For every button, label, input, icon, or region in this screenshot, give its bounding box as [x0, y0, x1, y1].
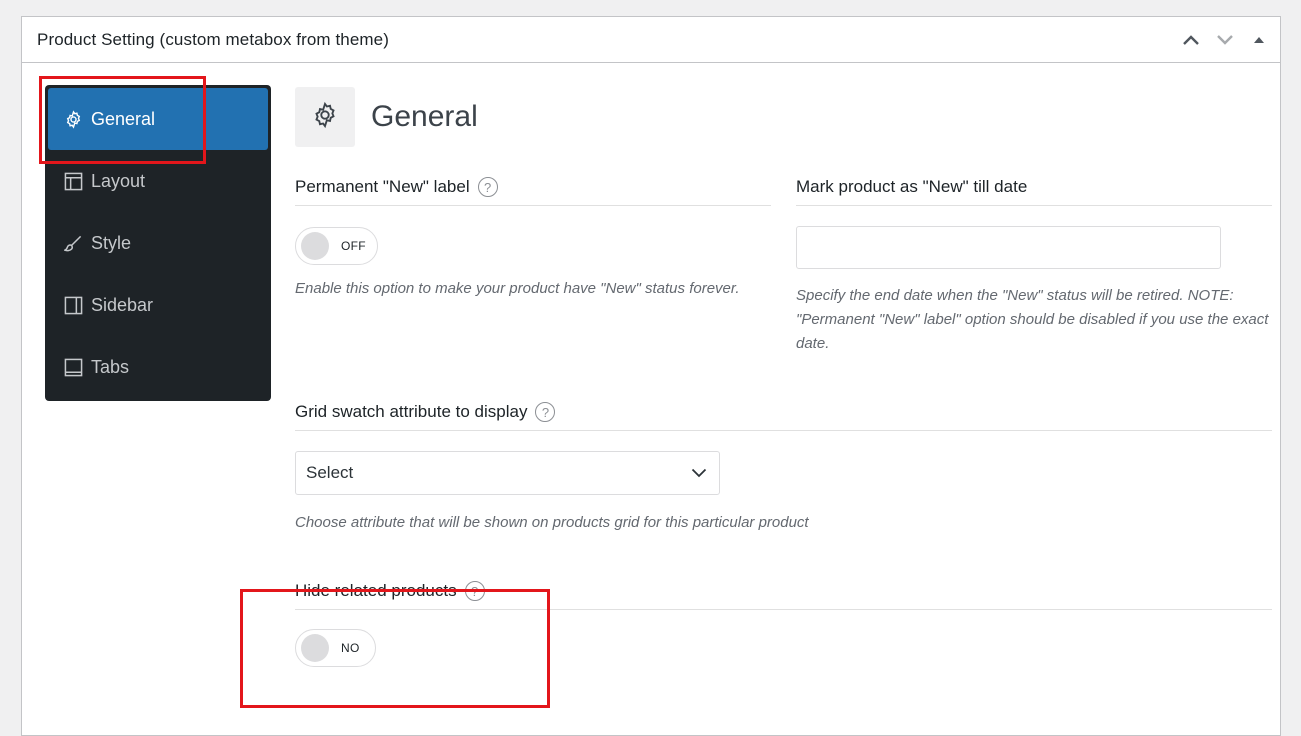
- label-text: Grid swatch attribute to display: [295, 402, 528, 421]
- product-setting-metabox: Product Setting (custom metabox from the…: [21, 16, 1281, 736]
- field-description: Enable this option to make your product …: [295, 280, 740, 297]
- help-icon[interactable]: ?: [535, 402, 556, 422]
- nav-item-label: Layout: [91, 170, 146, 191]
- gear-icon: [311, 101, 339, 134]
- field-description: Choose attribute that will be shown on p…: [295, 514, 809, 531]
- highlight-box-hide-related: [240, 589, 550, 708]
- section-title: General: [371, 100, 478, 133]
- toggle-knob: [301, 232, 329, 260]
- label-text: Permanent "New" label: [295, 177, 470, 196]
- sidebar-icon: [62, 294, 84, 316]
- toggle-state: OFF: [341, 239, 366, 253]
- move-down-button[interactable]: [1210, 27, 1240, 53]
- nav-item-label: Style: [91, 232, 132, 253]
- label-text: Mark product as "New" till date: [796, 177, 1028, 196]
- field-permanent-new: Permanent "New" label ? OFF Enable this …: [295, 169, 771, 356]
- chevron-down-icon: [691, 463, 707, 483]
- tabs-icon: [62, 356, 84, 378]
- metabox-title: Product Setting (custom metabox from the…: [37, 29, 389, 49]
- metabox-controls: [1176, 27, 1274, 53]
- field-grid-swatch: Grid swatch attribute to display ? Selec…: [295, 394, 1272, 535]
- field-description: Specify the end date when the "New" stat…: [796, 287, 1269, 352]
- nav-item-tabs[interactable]: Tabs: [48, 336, 268, 398]
- help-icon[interactable]: ?: [477, 177, 498, 197]
- chevron-up-icon: [1182, 34, 1200, 46]
- caret-up-icon: [1253, 35, 1265, 45]
- toggle-panel-button[interactable]: [1244, 27, 1274, 53]
- new-till-date-input[interactable]: [796, 226, 1221, 269]
- settings-content: General Permanent "New" label ? OFF Enab…: [295, 87, 1272, 667]
- metabox-header: Product Setting (custom metabox from the…: [22, 17, 1280, 63]
- chevron-down-icon: [1216, 34, 1234, 46]
- field-new-till-date: Mark product as "New" till date Specify …: [796, 169, 1272, 356]
- nav-item-style[interactable]: Style: [48, 212, 268, 274]
- section-icon: [295, 87, 355, 147]
- brush-icon: [62, 232, 84, 254]
- highlight-box-general: [39, 76, 206, 164]
- move-up-button[interactable]: [1176, 27, 1206, 53]
- nav-item-sidebar[interactable]: Sidebar: [48, 274, 268, 336]
- section-header: General: [295, 87, 1272, 147]
- select-value: Select: [306, 463, 354, 482]
- field-label: Grid swatch attribute to display ?: [295, 394, 1272, 431]
- nav-item-label: Sidebar: [91, 294, 154, 315]
- layout-icon: [62, 170, 84, 192]
- field-label: Mark product as "New" till date: [796, 169, 1272, 206]
- permanent-new-toggle[interactable]: OFF: [295, 227, 378, 265]
- grid-swatch-select[interactable]: Select: [295, 451, 720, 495]
- nav-item-label: Tabs: [91, 356, 130, 377]
- field-label: Permanent "New" label ?: [295, 169, 771, 206]
